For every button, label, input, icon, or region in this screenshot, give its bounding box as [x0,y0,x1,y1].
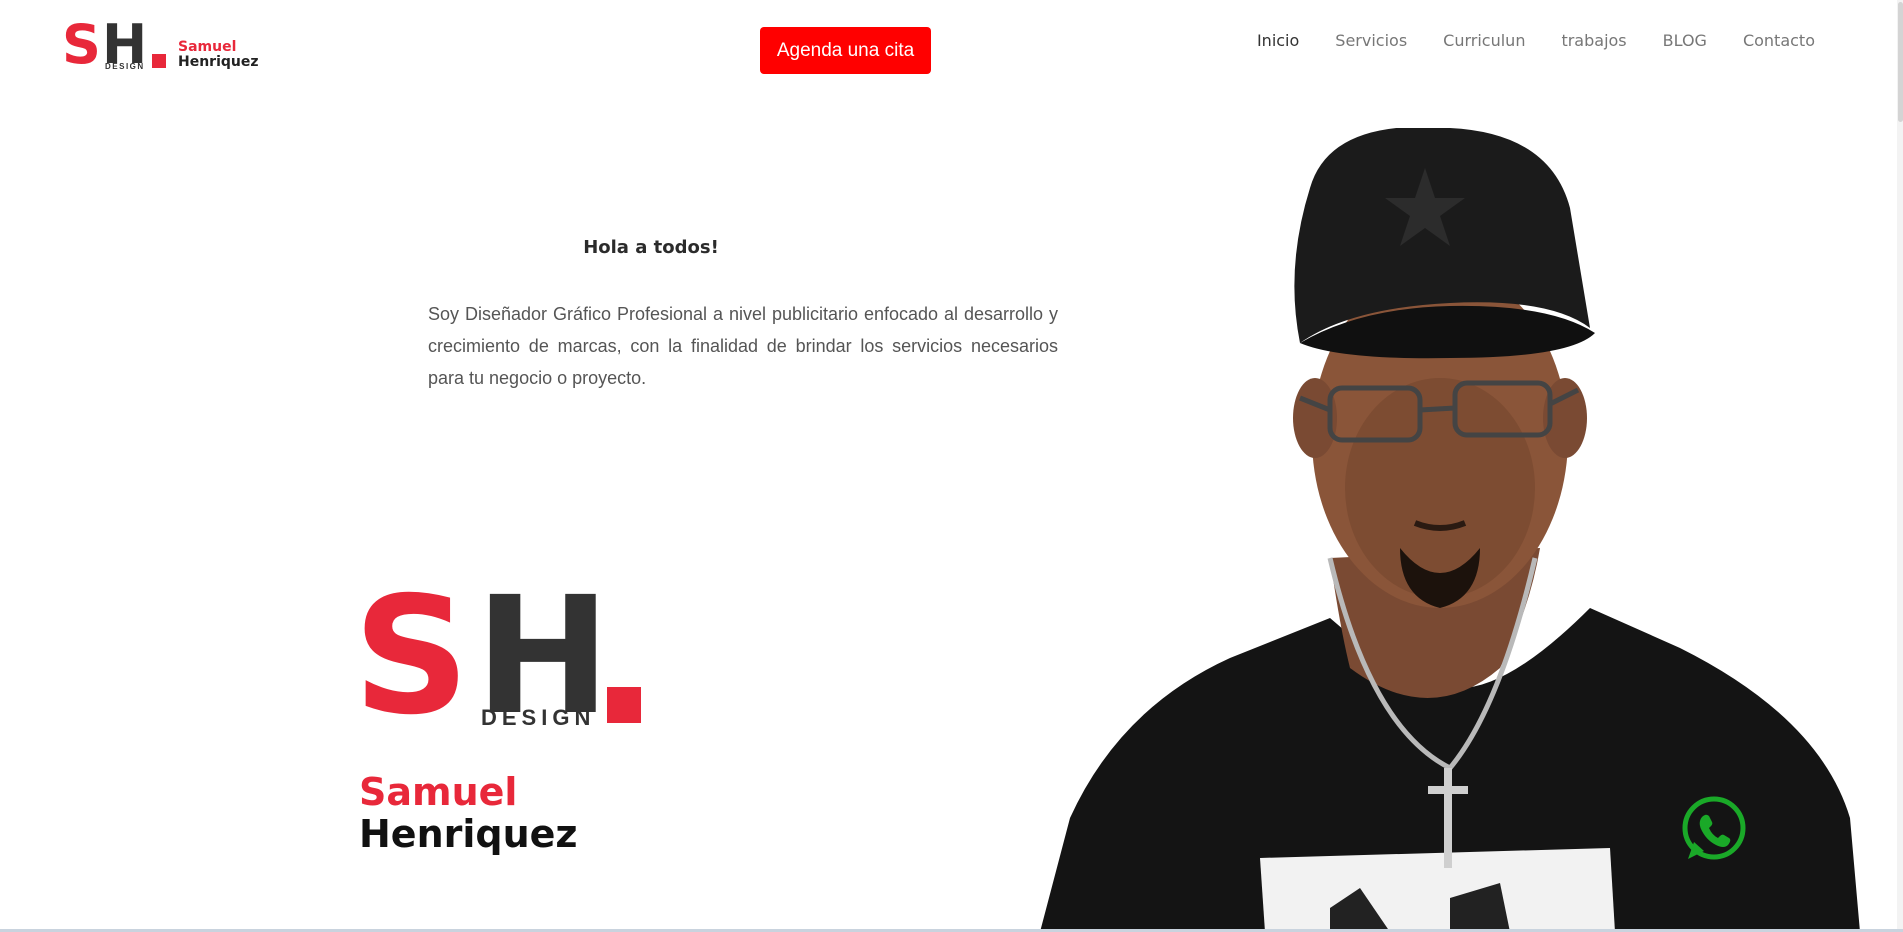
hero-description: Soy Diseñador Gráfico Profesional a nive… [428,304,1058,388]
nav-item-contacto[interactable]: Contacto [1743,30,1815,52]
whatsapp-icon[interactable] [1680,795,1748,863]
logo-first-name: Samuel [178,39,237,55]
logo-last-name: Henriquez [178,54,259,70]
header-logo[interactable]: S H DESIGN Samuel Henriquez [62,14,259,76]
large-logo-first-name: Samuel [359,770,518,814]
main-nav: Inicio Servicios Curriculun trabajos BLO… [1257,30,1815,52]
logo-name: Samuel Henriquez [178,40,259,70]
nav-item-blog[interactable]: BLOG [1663,30,1707,52]
nav-item-inicio[interactable]: Inicio [1257,30,1299,52]
nav-item-curriculun[interactable]: Curriculun [1443,30,1525,52]
large-logo-name: Samuel Henriquez [359,771,578,855]
nav-item-servicios[interactable]: Servicios [1335,30,1407,52]
large-logo-dot [607,687,641,723]
large-logo-design-text: DESIGN [481,705,596,730]
page: S H DESIGN Samuel Henriquez Agenda una c… [0,0,1903,932]
scrollbar-thumb[interactable] [1898,2,1903,122]
book-appointment-button[interactable]: Agenda una cita [760,27,931,74]
nav-item-trabajos[interactable]: trabajos [1561,30,1626,52]
page-scrollbar[interactable] [1897,0,1903,932]
portrait-photo [1040,128,1860,932]
large-logo-last-name: Henriquez [359,812,578,856]
large-logo-letter-s: S [353,563,470,751]
logo-mark: S H DESIGN [62,14,166,76]
hero-greeting: Hola a todos! [583,237,719,258]
logo-letter-s: S [62,13,101,76]
logo-dot [152,54,166,68]
logo-design-text: DESIGN [105,62,145,71]
brand-logo-large: S H DESIGN Samuel Henriquez [353,567,657,865]
